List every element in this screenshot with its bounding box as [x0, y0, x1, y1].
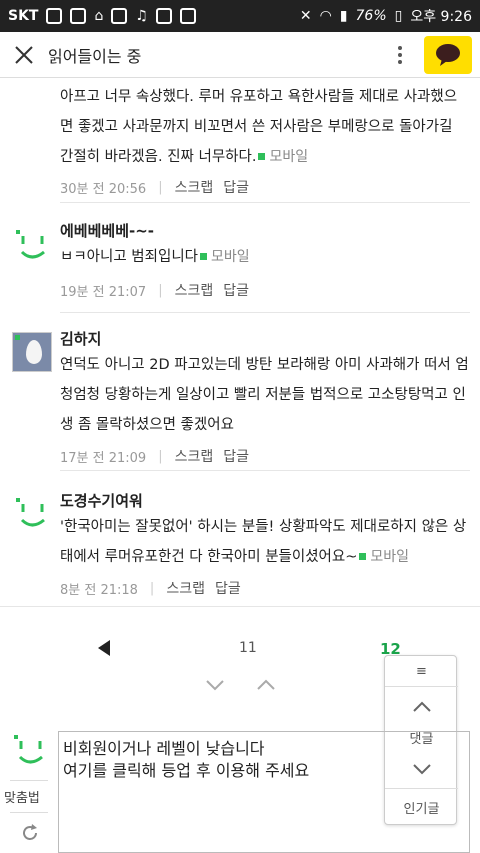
page-link[interactable]: 11: [239, 640, 257, 656]
meta-separator: |: [158, 179, 163, 195]
panel-divider: [385, 686, 458, 687]
music-icon: ♫: [135, 8, 148, 24]
chevron-down-icon[interactable]: [205, 678, 225, 692]
comment-author[interactable]: 김하지: [60, 328, 470, 350]
kakaotalk-share-button[interactable]: [424, 35, 472, 74]
mobile-label: 모바일: [370, 549, 410, 565]
comment-author[interactable]: 에베베베베-~-: [60, 220, 470, 242]
more-menu-button[interactable]: [382, 32, 418, 78]
basket-icon: ⌂: [94, 8, 104, 24]
comment-divider: [60, 312, 470, 313]
comment-meta: 30분 전 20:56 | 스크랩 답글: [60, 177, 470, 197]
comment-time: 8분 전 21:18: [60, 582, 138, 598]
mobile-indicator-icon: [359, 552, 367, 560]
notice-line-2: 여기를 클릭해 등업 후 이용해 주세요: [63, 761, 310, 780]
page-title: 읽어들이는 중: [48, 46, 142, 66]
scrap-button[interactable]: 스크랩: [166, 578, 205, 598]
side-divider: [10, 812, 48, 813]
section-divider: [0, 606, 480, 607]
mute-icon: ✕: [299, 8, 312, 24]
comment-divider: [60, 470, 470, 471]
notice-line-1: 비회원이거나 레벨이 낮습니다: [63, 739, 265, 758]
app-s-icon: [70, 8, 87, 24]
comment-time: 19분 전 21:07: [60, 284, 147, 300]
reply-button[interactable]: 답글: [223, 446, 249, 466]
mobile-label: 모바일: [211, 249, 250, 265]
mobile-indicator-icon: [200, 252, 208, 260]
side-divider: [10, 780, 48, 781]
comment-text: ㅂㅋ아니고 범죄입니다 모바일: [60, 249, 250, 265]
my-avatar-icon: [14, 735, 43, 764]
reply-button[interactable]: 답글: [215, 578, 241, 598]
comment-text: 연덕도 아니고 2D 파고있는데 방탄 보라해랑 아미 사과해가 떠서 엄청엄청…: [60, 357, 469, 433]
meta-separator: |: [158, 448, 163, 464]
menu-button[interactable]: ≡: [385, 664, 458, 679]
mobile-label: 모바일: [269, 149, 309, 165]
status-bar: SKT ⌂ ♫ ✕ ◠ ▮ 76% ▯ 오후 9:26: [0, 0, 480, 32]
close-icon: [15, 45, 33, 64]
comment-time: 17분 전 21:09: [60, 450, 147, 466]
comment-meta: 8분 전 21:18 | 스크랩 답글: [60, 578, 470, 598]
flipboard-icon: [111, 8, 128, 24]
comment-text: '한국아미는 잘못없어' 하시는 분들! 상황파악도 제대로하지 않은 상태에서…: [60, 519, 467, 565]
comment-time: 30분 전 20:56: [60, 181, 147, 197]
scroll-up-icon[interactable]: [412, 700, 432, 714]
reply-button[interactable]: 답글: [223, 280, 249, 300]
scrap-button[interactable]: 스크랩: [175, 280, 214, 300]
speech-bubble-icon: [436, 43, 460, 66]
comment-meta: 19분 전 21:07 | 스크랩 답글: [60, 280, 470, 300]
egg-image: [26, 340, 42, 364]
wifi-icon: ◠: [319, 8, 332, 24]
user-avatar[interactable]: [12, 332, 52, 372]
clock: 오후 9:26: [410, 9, 472, 25]
chevron-up-icon[interactable]: [256, 678, 276, 692]
signal-icon: ▮: [339, 8, 348, 24]
app-bar: 읽어들이는 중: [0, 32, 480, 78]
default-avatar-icon: [16, 498, 45, 527]
battery-icon: ▯: [394, 8, 403, 24]
mobile-indicator-icon: [258, 152, 266, 160]
comment-text: 아프고 너무 속상했다. 루머 유포하고 욕한사람들 제대로 사과했으면 좋겠고…: [60, 89, 458, 165]
battery-level: 76%: [355, 8, 387, 24]
meta-separator: |: [149, 580, 155, 596]
upload-icon: [179, 8, 196, 24]
default-avatar-icon: [16, 230, 45, 259]
refresh-icon[interactable]: [20, 823, 40, 843]
spell-check-button[interactable]: 맞춤법: [4, 787, 40, 806]
gallery-icon: [155, 8, 172, 24]
scrap-button[interactable]: 스크랩: [175, 446, 214, 466]
comment-meta: 17분 전 21:09 | 스크랩 답글: [60, 446, 470, 466]
comment-input-notice[interactable]: 비회원이거나 레벨이 낮습니다 여기를 클릭해 등업 후 이용해 주세요: [58, 731, 470, 853]
reply-button[interactable]: 답글: [223, 177, 249, 197]
scrap-button[interactable]: 스크랩: [175, 177, 214, 197]
facebook-icon: [46, 8, 63, 24]
comment-divider: [60, 202, 470, 203]
level-badge-icon: [15, 335, 20, 340]
close-button[interactable]: [0, 32, 48, 78]
prev-page-icon[interactable]: [98, 640, 110, 656]
more-vertical-icon: [398, 45, 402, 64]
comment-author[interactable]: 도경수기여워: [60, 490, 470, 512]
carrier-label: SKT: [8, 8, 39, 24]
meta-separator: |: [158, 282, 163, 298]
